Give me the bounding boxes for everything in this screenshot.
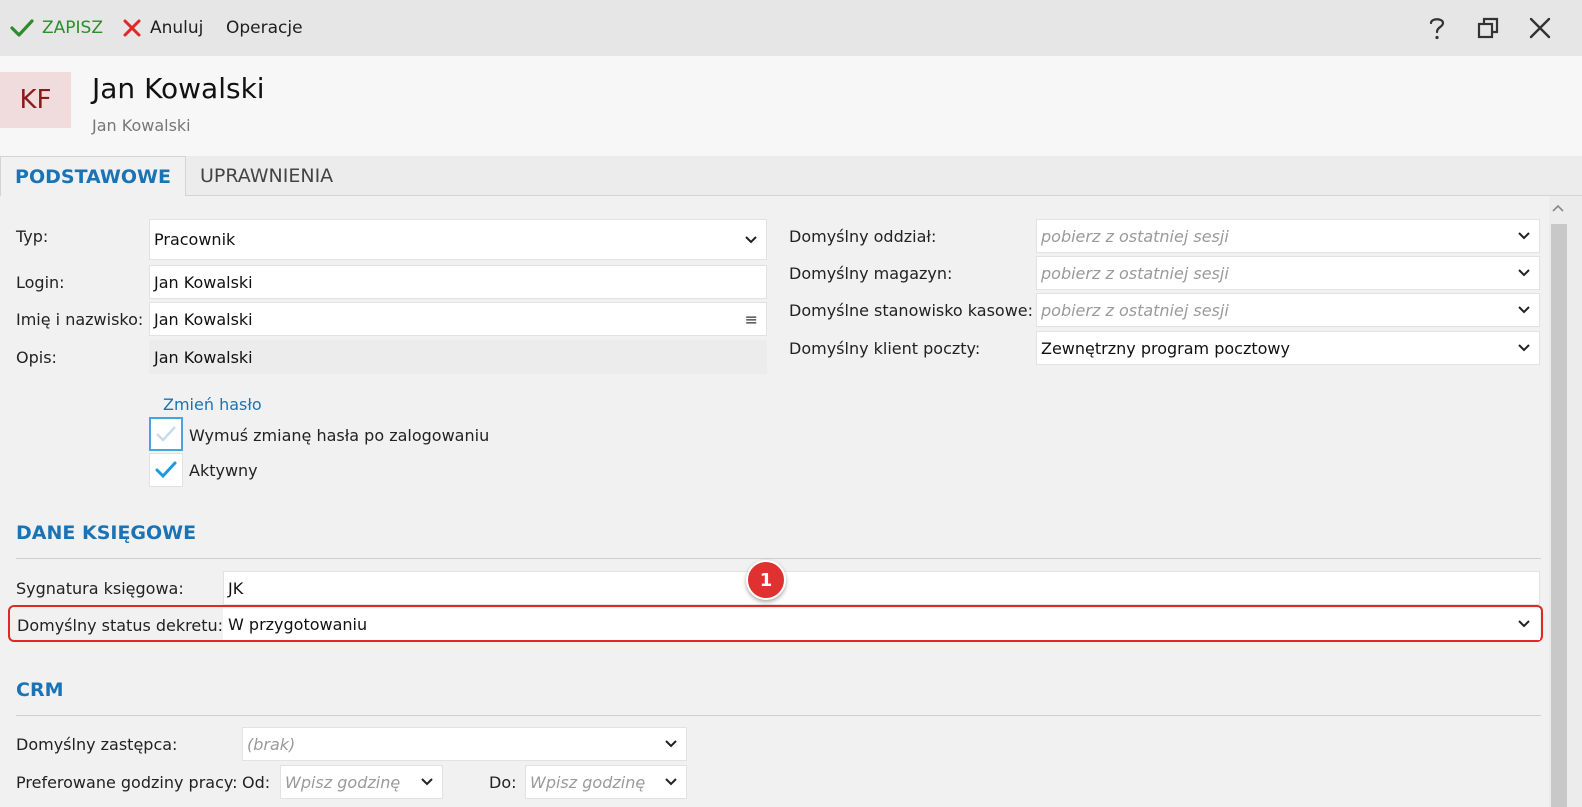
warehouse-select[interactable]: pobierz z ostatniej sesji	[1036, 256, 1540, 290]
cash-station-placeholder: pobierz z ostatniej sesji	[1041, 300, 1229, 320]
hours-to-placeholder: Wpisz godzinę	[530, 772, 646, 792]
warehouse-placeholder: pobierz z ostatniej sesji	[1041, 263, 1229, 283]
hours-from-select[interactable]: Wpisz godzinę	[280, 765, 443, 799]
section-divider	[16, 558, 1541, 559]
force-change-checkbox[interactable]	[149, 417, 183, 451]
decree-status-select[interactable]: W przygotowaniu	[223, 608, 1540, 640]
cancel-label: Anuluj	[150, 18, 204, 38]
deputy-label: Domyślny zastępca:	[16, 735, 178, 754]
login-value: Jan Kowalski	[154, 272, 253, 292]
crm-section-title: CRM	[16, 679, 64, 701]
save-label: ZAPISZ	[42, 18, 103, 38]
menu-icon[interactable]: ≡	[745, 310, 758, 329]
active-checkbox[interactable]	[149, 453, 183, 487]
hours-from-placeholder: Wpisz godzinę	[285, 772, 401, 792]
help-icon	[1429, 18, 1445, 40]
chevron-down-icon	[665, 740, 677, 748]
chevron-down-icon	[421, 778, 433, 786]
chevron-down-icon	[1518, 306, 1530, 314]
hours-label: Preferowane godziny pracy:	[16, 773, 238, 792]
login-input[interactable]: Jan Kowalski	[149, 265, 767, 299]
decree-status-value: W przygotowaniu	[228, 614, 368, 634]
signature-input[interactable]: JK	[223, 571, 1540, 605]
page-subtitle: Jan Kowalski	[92, 116, 191, 135]
hours-to-label: Do:	[489, 773, 517, 792]
decree-status-label: Domyślny status dekretu:	[17, 616, 224, 635]
x-icon	[123, 19, 141, 37]
hours-to-select[interactable]: Wpisz godzinę	[525, 765, 687, 799]
close-button[interactable]	[1524, 12, 1556, 44]
chevron-down-icon	[665, 778, 677, 786]
chevron-down-icon	[1518, 620, 1530, 628]
tab-uprawnienia[interactable]: UPRAWNIENIA	[200, 156, 333, 196]
tab-podstawowe[interactable]: PODSTAWOWE	[0, 156, 186, 196]
restore-icon	[1477, 17, 1499, 39]
mail-client-label: Domyślny klient poczty:	[789, 339, 981, 358]
record-header	[0, 56, 1582, 156]
check-icon	[156, 426, 176, 442]
close-icon	[1529, 17, 1551, 39]
active-label: Aktywny	[189, 461, 258, 480]
chevron-down-icon	[745, 235, 757, 243]
name-label: Imię i nazwisko:	[16, 310, 144, 329]
save-button[interactable]: ZAPISZ	[10, 0, 103, 56]
mail-client-value: Zewnętrzny program pocztowy	[1041, 338, 1290, 358]
branch-label: Domyślny oddział:	[789, 227, 937, 246]
name-input[interactable]: Jan Kowalski ≡	[149, 302, 767, 336]
operations-label: Operacje	[226, 18, 303, 38]
typ-select[interactable]: Pracownik	[149, 219, 767, 260]
avatar: KF	[0, 72, 71, 128]
force-change-label: Wymuś zmianę hasła po zalogowaniu	[189, 426, 490, 445]
check-icon	[155, 461, 177, 479]
name-value: Jan Kowalski	[154, 309, 253, 329]
page-title: Jan Kowalski	[92, 72, 265, 105]
opis-field: Jan Kowalski	[149, 340, 767, 374]
change-password-link[interactable]: Zmień hasło	[163, 395, 262, 414]
warehouse-label: Domyślny magazyn:	[789, 264, 953, 283]
cancel-button[interactable]: Anuluj	[122, 0, 203, 56]
chevron-down-icon	[1518, 232, 1530, 240]
typ-label: Typ:	[16, 227, 49, 246]
opis-label: Opis:	[16, 348, 57, 367]
login-label: Login:	[16, 273, 65, 292]
chevron-down-icon	[1518, 344, 1530, 352]
operations-menu[interactable]: Operacje	[226, 0, 303, 56]
typ-value: Pracownik	[154, 230, 236, 249]
chevron-up-icon[interactable]	[1552, 204, 1564, 212]
deputy-placeholder: (brak)	[247, 734, 296, 754]
mail-client-select[interactable]: Zewnętrzny program pocztowy	[1036, 331, 1540, 365]
accounting-section-title: DANE KSIĘGOWE	[16, 522, 197, 544]
hours-from-label: Od:	[242, 773, 271, 792]
cash-station-label: Domyślne stanowisko kasowe:	[789, 301, 1034, 320]
deputy-select[interactable]: (brak)	[242, 727, 687, 761]
chevron-down-icon	[1518, 269, 1530, 277]
annotation-badge: 1	[746, 560, 786, 600]
section-divider	[16, 715, 1541, 716]
signature-value: JK	[228, 578, 244, 598]
signature-label: Sygnatura księgowa:	[16, 579, 184, 598]
help-button[interactable]	[1421, 12, 1453, 44]
check-icon	[10, 19, 34, 37]
restore-button[interactable]	[1472, 12, 1504, 44]
branch-select[interactable]: pobierz z ostatniej sesji	[1036, 219, 1540, 253]
branch-placeholder: pobierz z ostatniej sesji	[1041, 226, 1229, 246]
scrollbar-thumb[interactable]	[1551, 224, 1567, 807]
cash-station-select[interactable]: pobierz z ostatniej sesji	[1036, 293, 1540, 327]
opis-value: Jan Kowalski	[154, 347, 253, 367]
